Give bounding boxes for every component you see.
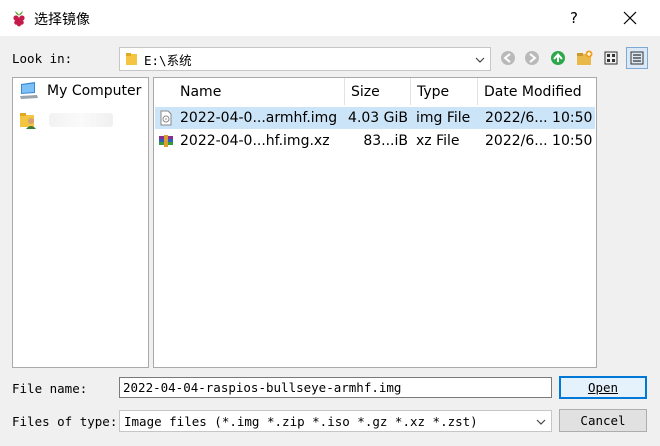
- look-in-combo[interactable]: E:\系统: [119, 47, 491, 71]
- column-header-size[interactable]: Size: [345, 78, 411, 105]
- open-button-label: Open: [587, 380, 619, 395]
- user-folder-icon: [20, 113, 36, 129]
- file-list[interactable]: ^ Name Size Type Date Modified 2022-04-0…: [153, 77, 597, 368]
- cancel-button-label: Cancel: [580, 413, 626, 428]
- up-arrow-icon: [551, 51, 565, 65]
- file-type-label: Files of type:: [12, 414, 118, 429]
- file-name-cell: 2022-04-0...armhf.img: [155, 107, 346, 129]
- column-header-label: Size: [351, 83, 380, 100]
- look-in-label: Look in:: [12, 51, 73, 66]
- list-view-icon: [604, 51, 618, 65]
- chevron-down-icon: [536, 419, 546, 425]
- folder-icon: [126, 53, 137, 65]
- file-type-value: Image files (*.img *.zip *.iso *.gz *.xz…: [124, 413, 478, 429]
- table-row[interactable]: 2022-04-0...armhf.img 4.03 GiB img File …: [155, 107, 595, 129]
- file-type: xz File: [416, 133, 460, 149]
- back-button[interactable]: [497, 47, 519, 69]
- file-date: 2022/6... 10:50: [485, 110, 593, 126]
- look-in-path: E:\系统: [144, 52, 192, 68]
- detail-view-button[interactable]: [626, 47, 648, 69]
- help-button[interactable]: ?: [560, 4, 588, 32]
- file-name-label: File name:: [12, 381, 88, 396]
- forward-button[interactable]: [521, 47, 543, 69]
- column-header-label: Type: [417, 83, 450, 100]
- title-bar: 选择镜像 ?: [0, 0, 660, 36]
- close-icon: [623, 11, 637, 25]
- file-name-cell: 2022-04-0...hf.img.xz: [155, 130, 346, 152]
- close-button[interactable]: [614, 4, 646, 32]
- cancel-button[interactable]: Cancel: [559, 409, 647, 432]
- open-button[interactable]: Open: [559, 376, 647, 399]
- chevron-down-icon: [475, 57, 485, 63]
- column-header-name[interactable]: ^ Name: [154, 78, 345, 105]
- file-type-combo[interactable]: Image files (*.img *.zip *.iso *.gz *.xz…: [119, 410, 552, 432]
- sidebar-item-my-computer[interactable]: My Computer: [19, 82, 141, 100]
- sort-ascending-icon: ^: [242, 77, 251, 85]
- column-header-type[interactable]: Type: [411, 78, 478, 105]
- window-title: 选择镜像: [34, 12, 90, 28]
- raspberry-icon: [13, 11, 25, 27]
- sidebar: My Computer: [12, 77, 149, 368]
- column-header-label: Name: [180, 83, 222, 100]
- computer-icon: [20, 82, 38, 99]
- column-header-date[interactable]: Date Modified: [478, 78, 596, 105]
- file-size: 4.03 GiB: [348, 110, 408, 126]
- list-view-button[interactable]: [600, 47, 622, 69]
- file-name-input[interactable]: [119, 377, 552, 398]
- up-button[interactable]: [547, 47, 569, 69]
- blurred-user-name: [49, 113, 113, 127]
- new-folder-button[interactable]: [574, 47, 596, 69]
- archive-file-icon: [159, 135, 173, 147]
- file-size: 83...iB: [363, 133, 408, 149]
- back-arrow-icon: [501, 51, 515, 65]
- new-folder-icon: [577, 50, 593, 65]
- detail-view-icon: [630, 51, 644, 65]
- file-name: 2022-04-0...hf.img.xz: [180, 133, 330, 149]
- sidebar-item-user[interactable]: [19, 110, 113, 130]
- file-name: 2022-04-0...armhf.img: [180, 110, 338, 126]
- sidebar-item-label: My Computer: [47, 83, 142, 99]
- file-list-header: ^ Name Size Type Date Modified: [154, 78, 596, 105]
- table-row[interactable]: 2022-04-0...hf.img.xz 83...iB xz File 20…: [155, 130, 595, 152]
- file-type: img File: [416, 110, 471, 126]
- disk-image-file-icon: [160, 110, 172, 126]
- file-date: 2022/6... 10:50: [485, 133, 593, 149]
- column-header-label: Date Modified: [484, 83, 582, 100]
- forward-arrow-icon: [525, 51, 539, 65]
